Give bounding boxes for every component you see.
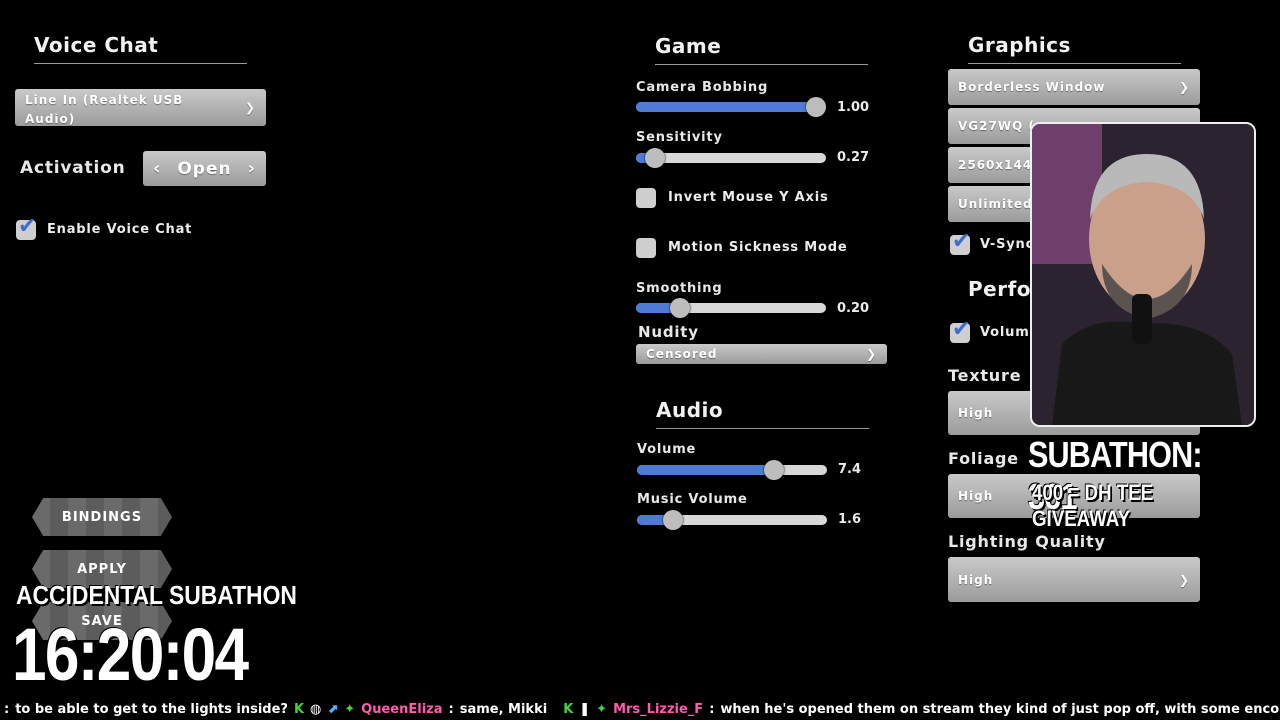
sparkle-icon: ✦ xyxy=(344,701,356,717)
webcam-feed xyxy=(1030,122,1256,427)
texture-value: High xyxy=(958,406,994,420)
slider-knob[interactable] xyxy=(669,298,690,318)
volumetric-checkbox[interactable] xyxy=(950,317,970,343)
kick-badge-icon: K xyxy=(293,701,305,717)
kick-badge-icon: K xyxy=(563,701,574,717)
volume-slider[interactable] xyxy=(637,460,827,480)
chat-username: QueenEliza xyxy=(361,701,443,717)
chat-message: when he's opened them on stream they kin… xyxy=(720,701,1280,717)
invert-mouse-checkbox[interactable] xyxy=(636,188,656,208)
slider-knob[interactable] xyxy=(763,460,784,480)
nudity-label: Nudity xyxy=(638,323,699,341)
accidental-subathon-label: ACCIDENTAL SUBATHON xyxy=(16,580,297,610)
audio-title: Audio xyxy=(656,398,869,429)
bindings-button[interactable]: BINDINGS xyxy=(32,498,172,536)
chat-colon: : xyxy=(709,701,715,717)
sparkle-icon: ✦ xyxy=(596,701,608,717)
volume-label: Volume xyxy=(637,442,697,457)
sensitivity-label: Sensitivity xyxy=(636,130,723,145)
sensitivity-slider[interactable] xyxy=(636,148,826,168)
monitor-value: VG27WQ ( xyxy=(958,119,1035,133)
activation-selector[interactable]: ‹ Open › xyxy=(143,151,266,186)
resolution-value: 2560x144 xyxy=(958,158,1033,172)
chevron-down-icon: ❯ xyxy=(1178,80,1190,94)
chevron-down-icon: ❯ xyxy=(244,100,256,114)
invert-mouse-label: Invert Mouse Y Axis xyxy=(668,190,829,205)
vsync-label: V-Sync xyxy=(980,237,1035,252)
camera-bobbing-value: 1.00 xyxy=(837,100,870,115)
camera-bobbing-label: Camera Bobbing xyxy=(636,80,769,95)
voice-chat-title: Voice Chat xyxy=(34,33,247,64)
chat-colon: : xyxy=(4,701,10,717)
smoothing-label: Smoothing xyxy=(636,281,723,296)
badge-icon: ❚ xyxy=(579,701,591,717)
chevron-right-icon[interactable]: › xyxy=(248,158,256,179)
activation-value: Open xyxy=(177,158,232,179)
subathon-timer: 16:20:04 xyxy=(12,613,249,696)
music-volume-value: 1.6 xyxy=(838,512,862,527)
chat-message: same, Mikki xyxy=(459,701,548,717)
chat-colon: : xyxy=(448,701,454,717)
slider-knob[interactable] xyxy=(645,148,665,168)
chevron-down-icon: ❯ xyxy=(865,347,877,361)
slider-knob[interactable] xyxy=(663,510,684,530)
window-mode-value: Borderless Window xyxy=(958,80,1106,94)
slider-knob[interactable] xyxy=(806,97,826,117)
chevron-down-icon: ❯ xyxy=(1178,572,1190,587)
chat-username: Mrs_Lizzie_F xyxy=(613,701,704,717)
motion-sickness-label: Motion Sickness Mode xyxy=(668,240,848,255)
chat-ticker: : to be able to get to the lights inside… xyxy=(0,698,1280,720)
camera-bobbing-slider[interactable] xyxy=(636,97,826,117)
volume-value: 7.4 xyxy=(838,462,862,477)
nudity-value: Censored xyxy=(646,347,718,361)
sensitivity-value: 0.27 xyxy=(837,150,870,165)
smoothing-slider[interactable] xyxy=(636,298,826,318)
music-volume-slider[interactable] xyxy=(637,510,827,530)
smoothing-value: 0.20 xyxy=(837,301,870,316)
vsync-checkbox[interactable] xyxy=(950,229,970,255)
foliage-label: Foliage xyxy=(948,449,1019,468)
texture-label: Texture xyxy=(948,366,1022,385)
voice-device-value: Line In (Realtek USB Audio) xyxy=(25,93,184,126)
window-mode-dropdown[interactable]: Borderless Window ❯ xyxy=(948,69,1200,105)
fps-value: Unlimited xyxy=(958,197,1033,211)
enable-voice-label: Enable Voice Chat xyxy=(47,222,193,237)
badge-icon: ◍ xyxy=(310,701,322,717)
music-volume-label: Music Volume xyxy=(637,492,748,507)
lighting-value: High xyxy=(958,572,994,587)
chat-message: to be able to get to the lights inside? xyxy=(15,701,288,717)
motion-sickness-checkbox[interactable] xyxy=(636,238,656,258)
lighting-label: Lighting Quality xyxy=(948,532,1106,551)
chevron-left-icon[interactable]: ‹ xyxy=(153,158,161,179)
lighting-dropdown[interactable]: High ❯ xyxy=(948,557,1200,602)
foliage-value: High xyxy=(958,489,994,503)
streamer-silhouette xyxy=(1032,124,1254,425)
giveaway-text: 400 = DH TEE GIVEAWAY xyxy=(1032,480,1154,531)
badge-icon: ⬈ xyxy=(327,701,339,717)
nudity-dropdown[interactable]: Censored ❯ xyxy=(636,344,887,364)
graphics-title: Graphics xyxy=(968,33,1181,64)
enable-voice-checkbox[interactable] xyxy=(16,214,36,240)
game-title: Game xyxy=(655,34,868,65)
voice-device-dropdown[interactable]: Line In (Realtek USB Audio) ❯ xyxy=(15,89,266,126)
volumetric-label: Volum xyxy=(980,325,1030,340)
activation-label: Activation xyxy=(20,158,126,178)
